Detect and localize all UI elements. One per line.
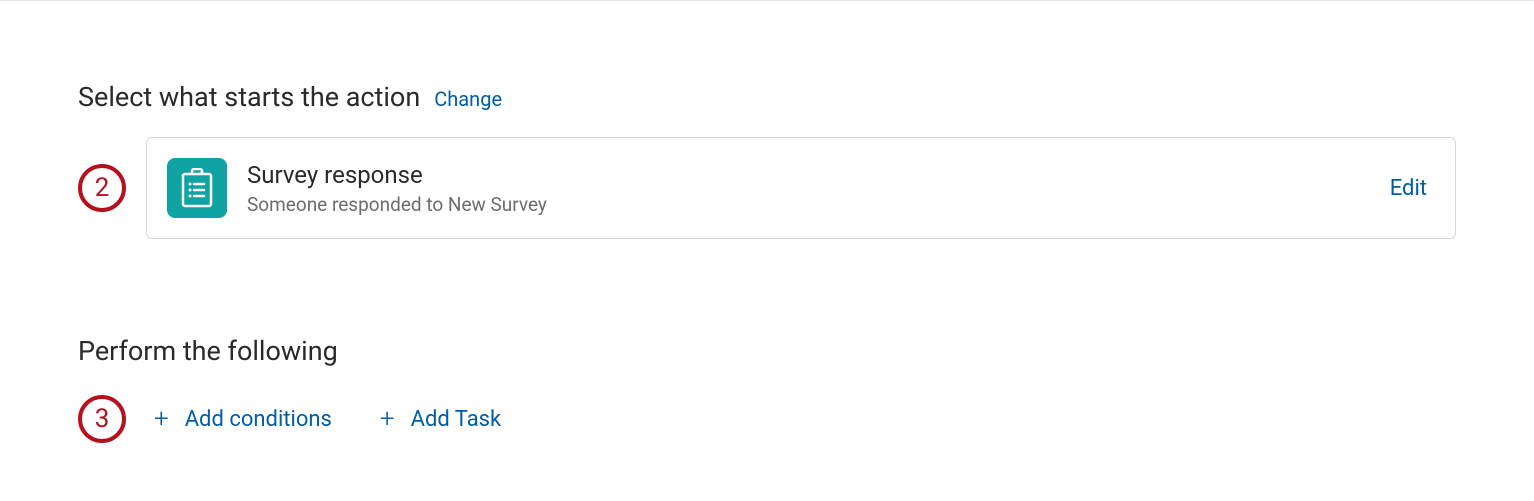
step-badge-2: 2 bbox=[78, 164, 126, 212]
action-buttons: + Add conditions + Add Task bbox=[154, 406, 501, 432]
trigger-subtitle: Someone responded to New Survey bbox=[247, 193, 1370, 216]
plus-icon: + bbox=[380, 406, 395, 432]
clipboard-icon bbox=[167, 158, 227, 218]
step-number: 2 bbox=[95, 173, 110, 203]
trigger-section-header: Select what starts the action Change bbox=[78, 81, 1456, 113]
perform-section-title: Perform the following bbox=[78, 335, 1456, 367]
trigger-title: Survey response bbox=[247, 161, 1370, 189]
edit-link[interactable]: Edit bbox=[1390, 176, 1427, 201]
add-task-button[interactable]: + Add Task bbox=[380, 406, 501, 432]
add-conditions-button[interactable]: + Add conditions bbox=[154, 406, 332, 432]
trigger-section-title: Select what starts the action bbox=[78, 81, 420, 113]
step-number: 3 bbox=[95, 404, 110, 434]
trigger-card[interactable]: Survey response Someone responded to New… bbox=[146, 137, 1456, 239]
change-link[interactable]: Change bbox=[434, 87, 502, 111]
actions-row: 3 + Add conditions + Add Task bbox=[78, 395, 1456, 443]
perform-section: Perform the following 3 + Add conditions… bbox=[78, 335, 1456, 443]
add-task-label: Add Task bbox=[411, 407, 502, 432]
add-conditions-label: Add conditions bbox=[185, 407, 332, 432]
trigger-row: 2 Survey response Someone responded to N… bbox=[78, 137, 1456, 239]
step-badge-3: 3 bbox=[78, 395, 126, 443]
plus-icon: + bbox=[154, 406, 169, 432]
trigger-text: Survey response Someone responded to New… bbox=[247, 161, 1370, 216]
